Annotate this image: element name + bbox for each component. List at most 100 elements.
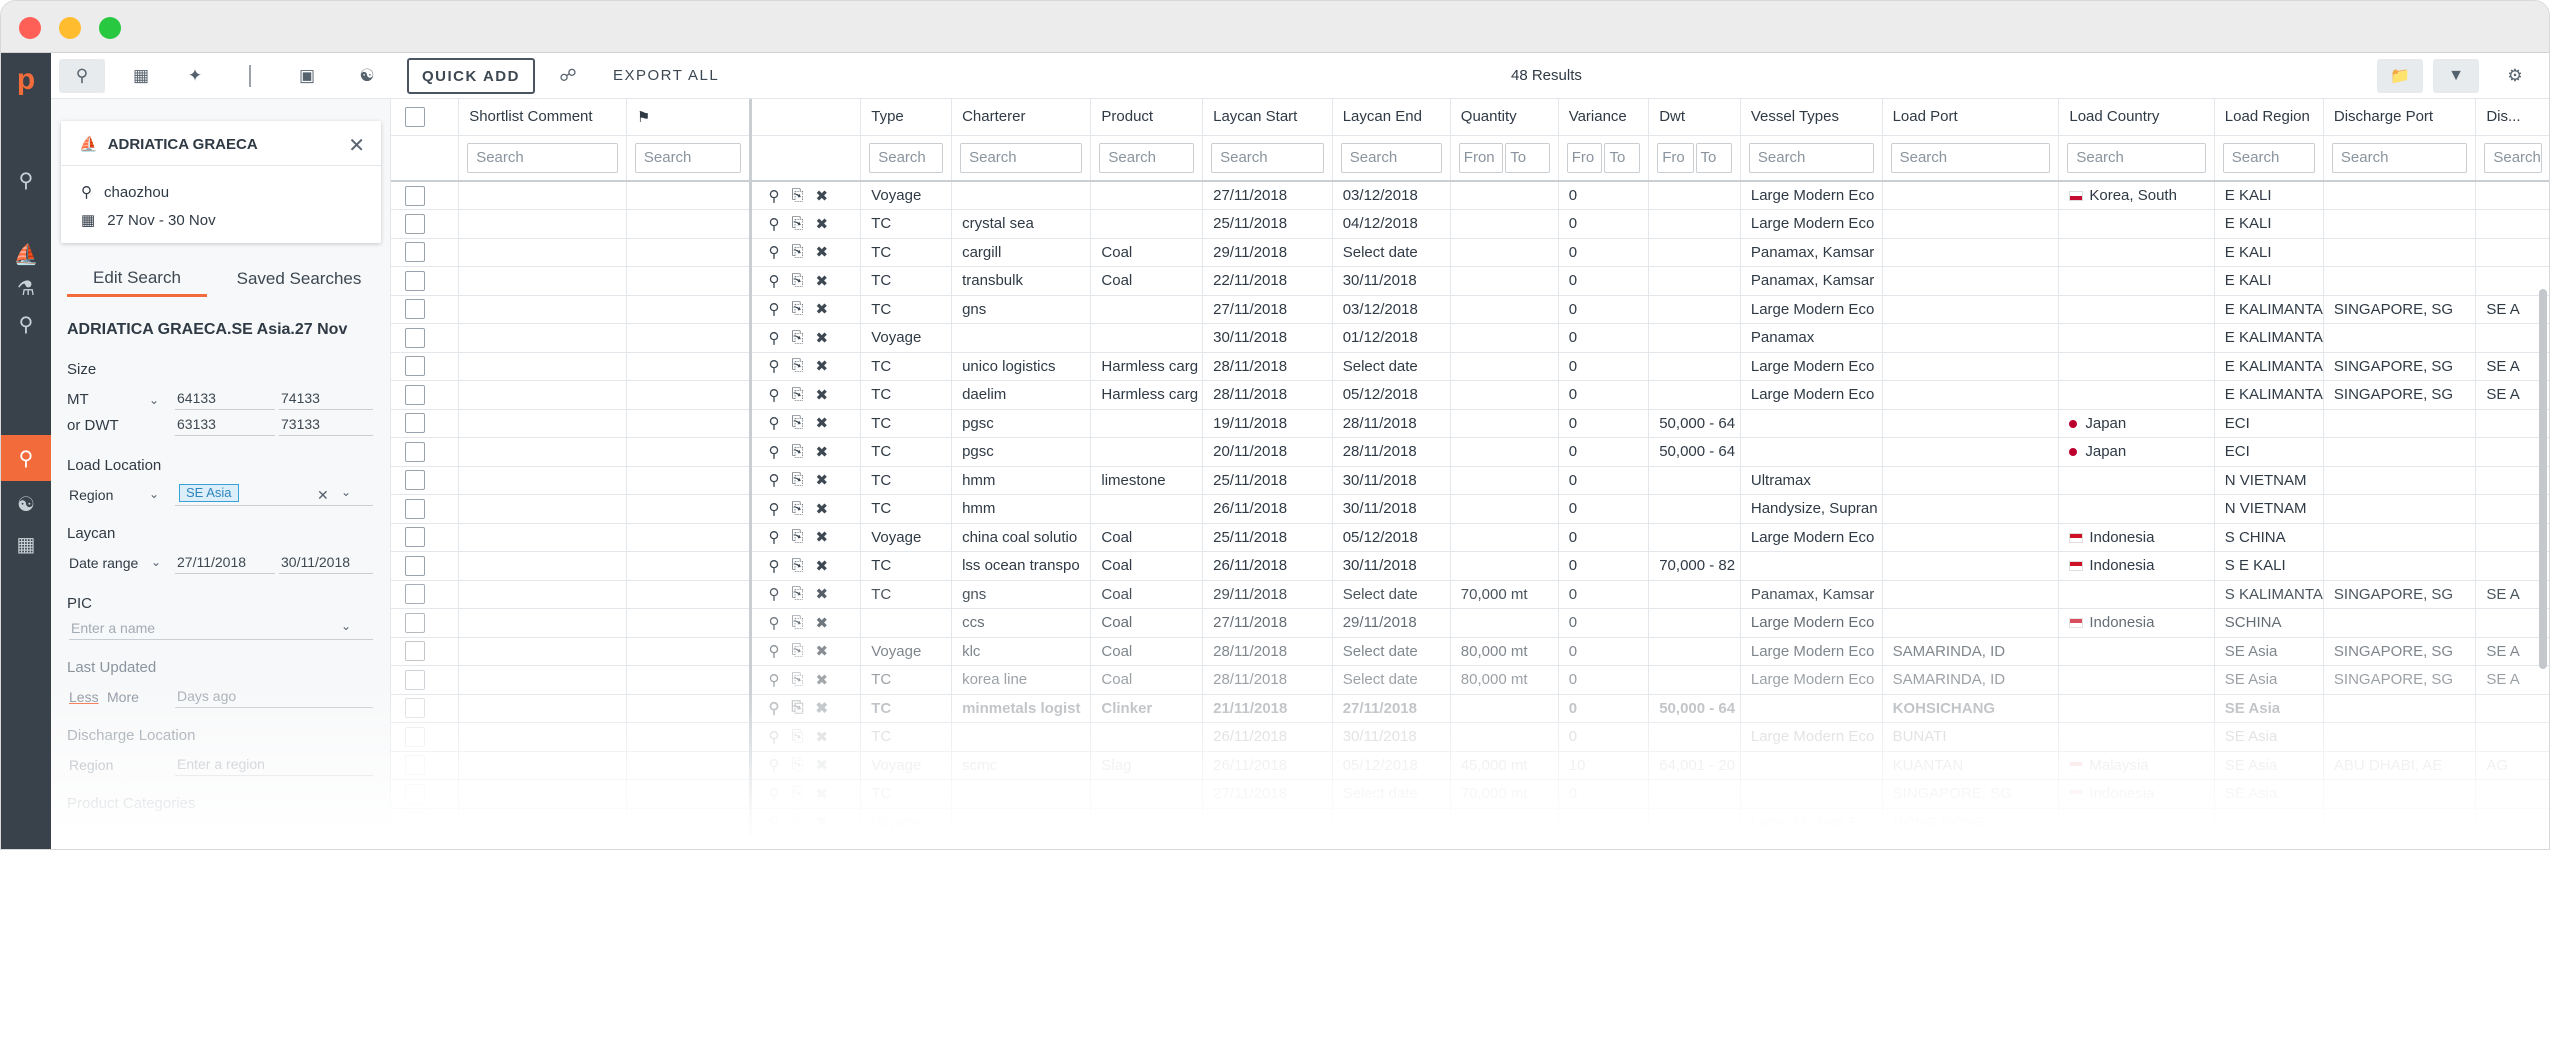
delete-icon[interactable]: ✖ — [815, 785, 828, 803]
view-icon[interactable]: ⚲ — [768, 187, 779, 205]
delete-icon[interactable]: ✖ — [815, 557, 828, 575]
shortlist-comment-cell[interactable] — [458, 779, 627, 809]
delete-icon[interactable]: ✖ — [815, 215, 828, 233]
copy-icon[interactable]: ⎘ — [791, 357, 803, 375]
days-ago-input[interactable]: Days ago — [175, 686, 373, 708]
bookmark-cell[interactable] — [626, 637, 752, 666]
shortlist-comment-cell[interactable] — [458, 580, 627, 609]
copy-icon[interactable]: ⎘ — [791, 642, 803, 660]
variance-from-input[interactable]: Fro — [1566, 142, 1603, 173]
table-row[interactable]: ⚲ ⎘ ✖ TC gns Coal 29/11/2018 Select date 70,000 … — [391, 580, 2549, 609]
table-row[interactable]: ⚲ ⎘ ✖ TC unico logistics Harmless carg 28/11/2… — [391, 352, 2549, 381]
delete-icon[interactable]: ✖ — [815, 386, 828, 404]
shortlist-comment-cell[interactable] — [458, 295, 627, 324]
view-icon[interactable]: ⚲ — [768, 728, 779, 746]
bookmark-cell[interactable] — [626, 494, 752, 524]
table-row[interactable]: ⚲ ⎘ ✖ TC 27/11/2018 Select date 70,000 mt 0 SING… — [391, 779, 2549, 809]
row-checkbox[interactable] — [405, 584, 425, 605]
view-icon[interactable]: ⚲ — [768, 471, 779, 489]
row-checkbox[interactable] — [405, 270, 425, 291]
copy-icon[interactable]: ⎘ — [791, 528, 803, 546]
laycan-from-input[interactable]: 27/11/2018 — [175, 552, 275, 574]
copy-icon[interactable]: ⎘ — [791, 471, 803, 489]
view-icon[interactable]: ⚲ — [768, 357, 779, 375]
tab-edit-search[interactable]: Edit Search — [67, 261, 207, 297]
col-variance[interactable]: Variance — [1558, 99, 1650, 136]
handshake-icon[interactable]: ☯ — [347, 59, 387, 93]
bookmark-cell[interactable] — [626, 209, 752, 239]
view-icon[interactable]: ⚲ — [768, 813, 779, 831]
dwt-from-filter-input[interactable]: Fro — [1657, 142, 1694, 173]
row-checkbox[interactable] — [405, 612, 425, 633]
table-row[interactable]: ⚲ ⎘ ✖ TC lss ocean transpo Coal 26/11/2018 30/1… — [391, 551, 2549, 581]
bookmark-cell[interactable] — [626, 722, 752, 752]
shortlist-comment-cell[interactable] — [458, 665, 627, 695]
vessel-search-nav-icon[interactable]: ⚲ — [1, 301, 51, 347]
copy-icon[interactable]: ⎘ — [791, 614, 803, 632]
select-all-checkbox[interactable] — [405, 106, 425, 127]
filter-icon[interactable]: ▼ — [2433, 59, 2479, 93]
delete-icon[interactable]: ✖ — [815, 414, 828, 432]
col-type[interactable]: Type — [860, 99, 953, 136]
copy-icon[interactable]: ⎘ — [791, 728, 803, 746]
bookmark-cell[interactable] — [626, 779, 752, 809]
pic-input[interactable]: Enter a name — [69, 618, 373, 640]
shortlist-comment-cell[interactable] — [458, 409, 627, 438]
copy-icon[interactable]: ⎘ — [791, 500, 803, 518]
shortlist-comment-cell[interactable] — [458, 323, 627, 353]
table-row[interactable]: ⚲ ⎘ ✖ TC 26/11/2018 30/11/2018 0 Large Modern E… — [391, 722, 2549, 752]
copy-icon[interactable]: ⎘ — [791, 414, 803, 432]
table-row[interactable]: ⚲ ⎘ ✖ Voyage klc Coal 28/11/2018 Select date 80,… — [391, 637, 2549, 666]
view-icon[interactable]: ⚲ — [768, 528, 779, 546]
shortlist-search-input[interactable]: Search — [467, 142, 618, 173]
col-charterer[interactable]: Charterer — [951, 99, 1092, 136]
view-icon[interactable]: ⚲ — [768, 386, 779, 404]
table-row[interactable]: ⚲ ⎘ ✖ ccs Coal 27/11/2018 29/11/2018 0 Large Mod… — [391, 608, 2549, 638]
col-discharge-port[interactable]: Discharge Port — [2323, 99, 2477, 136]
discharge-region-input[interactable]: Enter a region — [175, 754, 373, 776]
row-checkbox[interactable] — [405, 555, 425, 576]
less-toggle[interactable]: Less — [69, 689, 99, 705]
dwt-from-input[interactable]: 63133 — [175, 414, 275, 436]
copy-icon[interactable]: ⎘ — [791, 699, 803, 717]
col-product[interactable]: Product — [1090, 99, 1204, 136]
magic-wand-icon[interactable]: ✦ — [175, 59, 215, 93]
copy-icon[interactable]: ⎘ — [791, 671, 803, 689]
row-checkbox[interactable] — [405, 498, 425, 519]
view-icon[interactable]: ⚲ — [768, 642, 779, 660]
row-checkbox[interactable] — [405, 213, 425, 234]
table-row[interactable]: ⚲ ⎘ ✖ TC crystal sea 25/11/2018 04/12/2018 0 Lar… — [391, 209, 2549, 239]
row-checkbox[interactable] — [405, 242, 425, 263]
search-nav-icon[interactable]: ⚲ — [1, 157, 51, 203]
bookmark-cell[interactable] — [626, 608, 752, 638]
copy-icon[interactable]: ⎘ — [791, 215, 803, 233]
size-from-input[interactable]: 64133 — [175, 388, 275, 410]
copy-icon[interactable]: ⎘ — [791, 187, 803, 205]
table-row[interactable]: ⚲ ⎘ ✖ TC hmm 26/11/2018 30/11/2018 0 Handysize, … — [391, 494, 2549, 524]
col-load-port[interactable]: Load Port — [1882, 99, 2060, 136]
delete-icon[interactable]: ✖ — [815, 471, 828, 489]
table-row[interactable]: ⚲ ⎘ ✖ Voyage 30/11/2018 01/12/2018 0 Panamax E K… — [391, 323, 2549, 353]
minimize-window-button[interactable] — [59, 17, 81, 39]
delete-icon[interactable]: ✖ — [815, 443, 828, 461]
table-row[interactable]: ⚲ ⎘ ✖ TC daelim Harmless carg 28/11/2018 05/12/… — [391, 380, 2549, 410]
bookmark-cell[interactable] — [626, 751, 752, 780]
delete-icon[interactable]: ✖ — [815, 357, 828, 375]
row-checkbox[interactable] — [405, 327, 425, 348]
row-checkbox[interactable] — [405, 185, 425, 206]
row-checkbox[interactable] — [405, 641, 425, 662]
tab-saved-searches[interactable]: Saved Searches — [217, 261, 381, 297]
col-bookmark[interactable]: ⚑ — [626, 99, 752, 136]
row-checkbox[interactable] — [405, 783, 425, 804]
shortlist-comment-cell[interactable] — [458, 751, 627, 780]
shortlist-comment-cell[interactable] — [458, 808, 627, 837]
view-icon[interactable]: ⚲ — [768, 585, 779, 603]
view-icon[interactable]: ⚲ — [768, 699, 779, 717]
quick-add-button[interactable]: QUICK ADD — [407, 58, 535, 94]
table-row[interactable]: ⚲ ⎘ ✖ TC gns 27/11/2018 03/12/2018 0 Large Moder… — [391, 295, 2549, 324]
delete-icon[interactable]: ✖ — [815, 329, 828, 347]
table-row[interactable]: ⚲ ⎘ ✖ Voyage scmc Slag 26/11/2018 05/12/2018 45,… — [391, 751, 2549, 780]
laycan-end-search-input[interactable]: Search — [1340, 142, 1442, 173]
chevron-down-icon[interactable]: ⌄ — [149, 393, 159, 407]
shortlist-comment-cell[interactable] — [458, 694, 627, 723]
